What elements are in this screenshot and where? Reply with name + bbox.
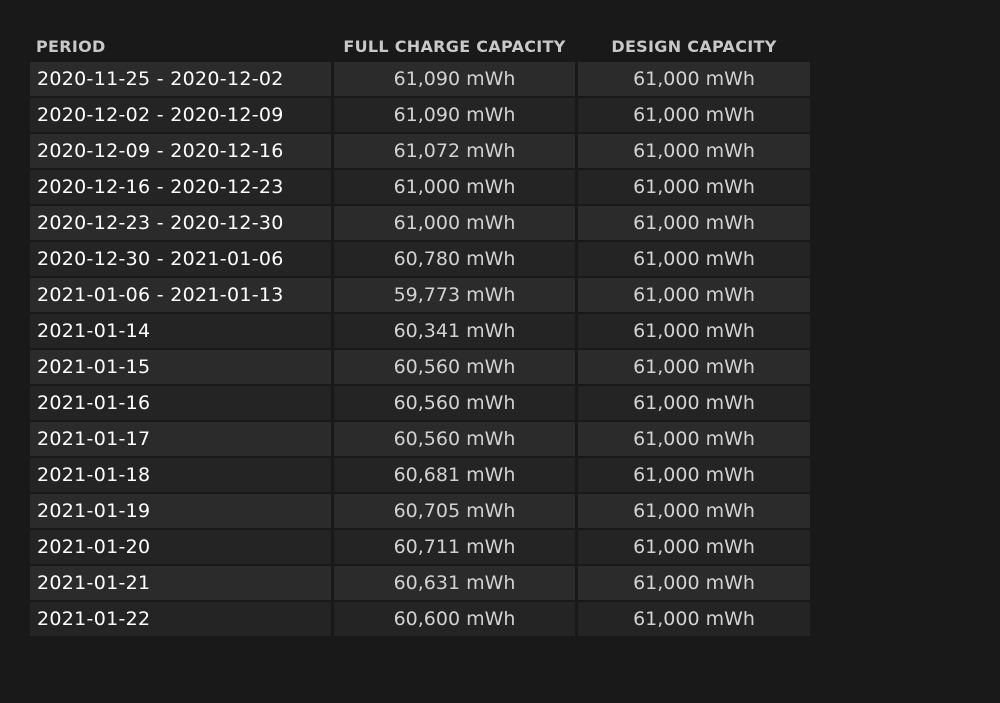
design-capacity-cell: 61,000 mWh: [578, 350, 810, 384]
design-capacity-cell: 61,000 mWh: [578, 530, 810, 564]
period-cell: 2021-01-22: [30, 602, 331, 636]
full-charge-capacity-cell: 60,341 mWh: [334, 314, 575, 348]
period-cell: 2021-01-19: [30, 494, 331, 528]
period-cell: 2021-01-06 - 2021-01-13: [30, 278, 331, 312]
design-capacity-cell: 61,000 mWh: [578, 314, 810, 348]
design-capacity-cell: 61,000 mWh: [578, 62, 810, 96]
design-capacity-cell: 61,000 mWh: [578, 566, 810, 600]
period-cell: 2021-01-21: [30, 566, 331, 600]
full-charge-capacity-cell: 60,711 mWh: [334, 530, 575, 564]
design-capacity-cell: 61,000 mWh: [578, 278, 810, 312]
table-row: 2021-01-22 60,600 mWh 61,000 mWh: [30, 602, 810, 636]
full-charge-capacity-cell: 60,560 mWh: [334, 350, 575, 384]
table-row: 2020-12-02 - 2020-12-09 61,090 mWh 61,000 …: [30, 98, 810, 132]
period-cell: 2021-01-18: [30, 458, 331, 492]
battery-report-page: PERIOD FULL CHARGE CAPACITY DESIGN CAPAC…: [0, 0, 1000, 703]
header-design-capacity: DESIGN CAPACITY: [611, 36, 777, 56]
table-row: 2021-01-20 60,711 mWh 61,000 mWh: [30, 530, 810, 564]
table-row: 2021-01-15 60,560 mWh 61,000 mWh: [30, 350, 810, 384]
design-capacity-cell: 61,000 mWh: [578, 458, 810, 492]
table-row: 2021-01-19 60,705 mWh 61,000 mWh: [30, 494, 810, 528]
full-charge-capacity-cell: 60,705 mWh: [334, 494, 575, 528]
period-cell: 2020-12-09 - 2020-12-16: [30, 134, 331, 168]
table-row: 2021-01-21 60,631 mWh 61,000 mWh: [30, 566, 810, 600]
period-cell: 2021-01-17: [30, 422, 331, 456]
table-row: 2021-01-18 60,681 mWh 61,000 mWh: [30, 458, 810, 492]
period-cell: 2020-12-02 - 2020-12-09: [30, 98, 331, 132]
full-charge-capacity-cell: 60,780 mWh: [334, 242, 575, 276]
full-charge-capacity-cell: 60,600 mWh: [334, 602, 575, 636]
design-capacity-cell: 61,000 mWh: [578, 206, 810, 240]
period-cell: 2020-11-25 - 2020-12-02: [30, 62, 331, 96]
full-charge-capacity-cell: 60,631 mWh: [334, 566, 575, 600]
full-charge-capacity-cell: 61,000 mWh: [334, 206, 575, 240]
table-row: 2021-01-17 60,560 mWh 61,000 mWh: [30, 422, 810, 456]
table-row: 2021-01-06 - 2021-01-13 59,773 mWh 61,000 …: [30, 278, 810, 312]
period-cell: 2021-01-20: [30, 530, 331, 564]
capacity-history-table: PERIOD FULL CHARGE CAPACITY DESIGN CAPAC…: [27, 30, 813, 638]
design-capacity-cell: 61,000 mWh: [578, 494, 810, 528]
design-capacity-cell: 61,000 mWh: [578, 170, 810, 204]
period-cell: 2020-12-16 - 2020-12-23: [30, 170, 331, 204]
header-period: PERIOD: [36, 36, 106, 56]
table-row: 2020-12-16 - 2020-12-23 61,000 mWh 61,000 …: [30, 170, 810, 204]
full-charge-capacity-cell: 60,560 mWh: [334, 386, 575, 420]
design-capacity-cell: 61,000 mWh: [578, 134, 810, 168]
full-charge-capacity-cell: 61,090 mWh: [334, 62, 575, 96]
table-row: 2021-01-14 60,341 mWh 61,000 mWh: [30, 314, 810, 348]
full-charge-capacity-cell: 60,560 mWh: [334, 422, 575, 456]
design-capacity-cell: 61,000 mWh: [578, 422, 810, 456]
period-cell: 2021-01-16: [30, 386, 331, 420]
table-row: 2020-11-25 - 2020-12-02 61,090 mWh 61,000 …: [30, 62, 810, 96]
full-charge-capacity-cell: 59,773 mWh: [334, 278, 575, 312]
table-body: 2020-11-25 - 2020-12-02 61,090 mWh 61,000 …: [30, 62, 810, 636]
design-capacity-cell: 61,000 mWh: [578, 386, 810, 420]
period-cell: 2020-12-30 - 2021-01-06: [30, 242, 331, 276]
period-cell: 2021-01-14: [30, 314, 331, 348]
full-charge-capacity-cell: 61,090 mWh: [334, 98, 575, 132]
period-cell: 2021-01-15: [30, 350, 331, 384]
full-charge-capacity-cell: 61,000 mWh: [334, 170, 575, 204]
table-row: 2020-12-09 - 2020-12-16 61,072 mWh 61,000 …: [30, 134, 810, 168]
table-row: 2020-12-23 - 2020-12-30 61,000 mWh 61,000 …: [30, 206, 810, 240]
design-capacity-cell: 61,000 mWh: [578, 98, 810, 132]
table-row: 2021-01-16 60,560 mWh 61,000 mWh: [30, 386, 810, 420]
full-charge-capacity-cell: 60,681 mWh: [334, 458, 575, 492]
header-row: PERIOD FULL CHARGE CAPACITY DESIGN CAPAC…: [30, 32, 810, 60]
header-full-charge-capacity: FULL CHARGE CAPACITY: [343, 36, 566, 56]
full-charge-capacity-cell: 61,072 mWh: [334, 134, 575, 168]
design-capacity-cell: 61,000 mWh: [578, 242, 810, 276]
table-row: 2020-12-30 - 2021-01-06 60,780 mWh 61,000 …: [30, 242, 810, 276]
period-cell: 2020-12-23 - 2020-12-30: [30, 206, 331, 240]
table-header: PERIOD FULL CHARGE CAPACITY DESIGN CAPAC…: [30, 32, 810, 60]
design-capacity-cell: 61,000 mWh: [578, 602, 810, 636]
